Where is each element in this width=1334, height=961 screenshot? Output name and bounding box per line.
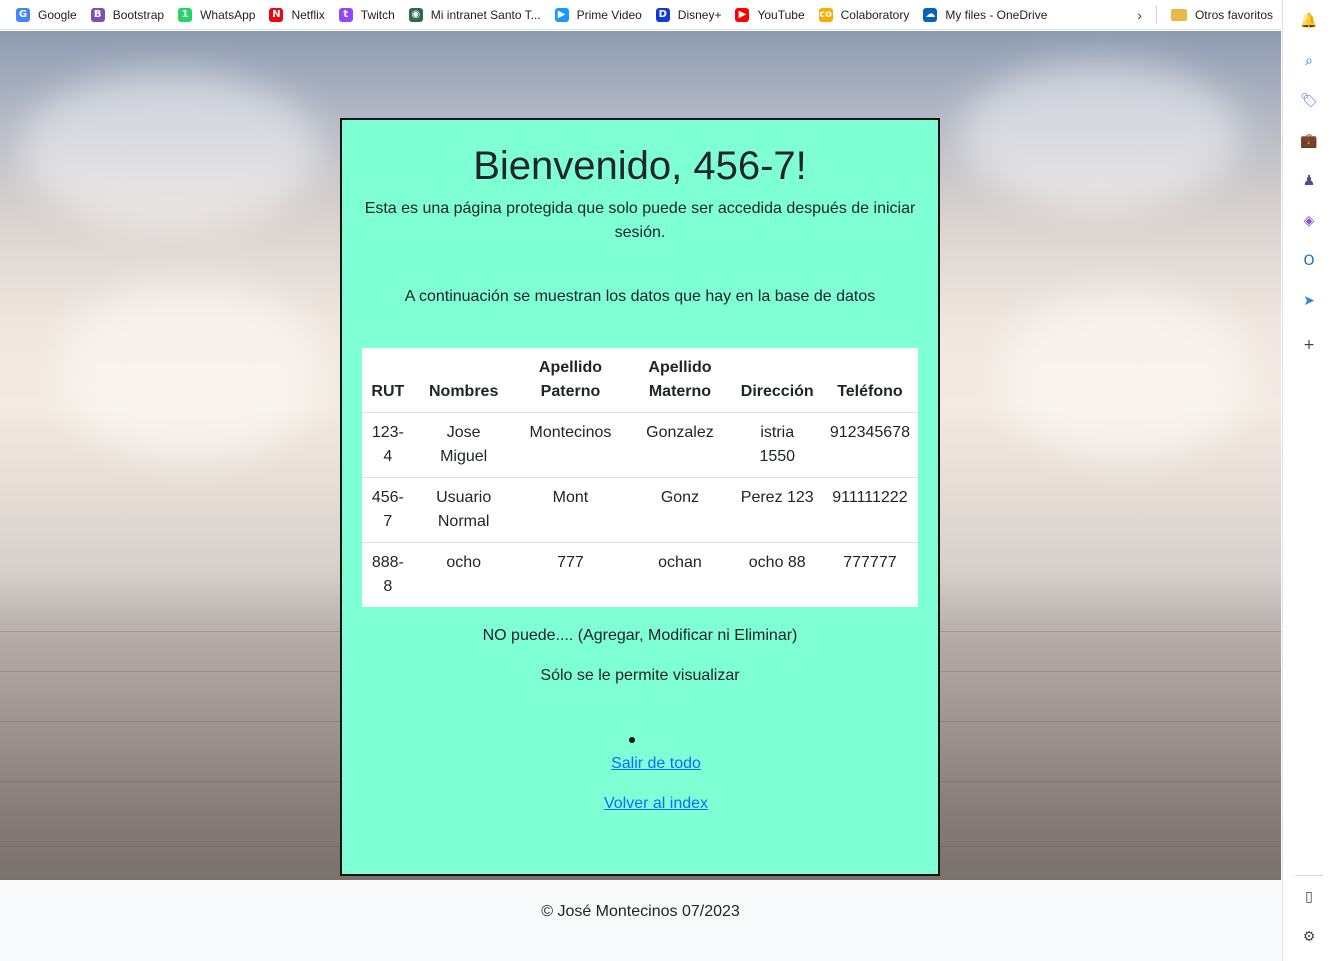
google-icon: G — [16, 7, 30, 22]
sidebar-divider — [1295, 875, 1323, 876]
youtube-icon: ▶ — [735, 7, 750, 22]
users-table: RUT Nombres Apellido Paterno Apellido Mater… — [362, 348, 918, 607]
copilot-icon[interactable]: ◈ — [1300, 212, 1318, 230]
netflix-icon: N — [269, 7, 284, 22]
bookmarks-bar: G Google B Bootstrap 1 WhatsApp N Netflix t Twitc… — [0, 0, 1281, 30]
table-cell: 911111222 — [821, 477, 918, 543]
table-cell: 777 — [557, 554, 584, 571]
bookmark-label: Bootstrap — [112, 7, 165, 22]
whatsapp-icon: 1 — [178, 7, 193, 22]
intro-text: Esta es una página protegida que solo pu… — [364, 200, 916, 241]
bookmark-whatsapp[interactable]: 1 WhatsApp — [172, 3, 261, 27]
bookmark-twitch[interactable]: t Twitch — [333, 3, 401, 27]
bookmark-label: Mi intranet Santo T... — [430, 7, 541, 22]
table-cell: ochan — [658, 554, 702, 571]
outlook-icon[interactable]: O — [1300, 252, 1318, 270]
prime-video-icon: ▶ — [554, 7, 569, 22]
column-header: Apellido Paterno — [513, 348, 628, 413]
bookmark-label: WhatsApp — [200, 7, 256, 22]
split-view-icon[interactable]: ▯ — [1300, 888, 1318, 906]
table-cell: istria 1550 — [732, 412, 822, 478]
bookmark-label: Prime Video — [576, 7, 642, 22]
table-cell: 777777 — [843, 554, 897, 571]
logout-link[interactable]: Salir de todo — [342, 752, 938, 776]
table-body: 123-4 Jose Miguel Montecinos Gonzalez istria… — [362, 412, 918, 608]
bookmark-label: Google — [38, 7, 77, 22]
bookmark-disney[interactable]: D Disney+ — [650, 3, 728, 27]
bookmark-label: Disney+ — [677, 7, 722, 22]
table-row: 456-7 Usuario Normal Mont Gonz Perez 123 9111… — [362, 477, 918, 543]
bookmark-label: YouTube — [757, 7, 805, 22]
bookmark-label: My files - OneDrive — [945, 7, 1048, 22]
table-cell: Jose Miguel — [413, 412, 514, 478]
table-cell: Usuario Normal — [413, 477, 514, 543]
bookmarks-separator — [1155, 5, 1157, 24]
intranet-icon: ◉ — [408, 7, 423, 22]
table-cell: Gonz — [627, 477, 733, 543]
chess-icon[interactable]: ♟ — [1300, 172, 1318, 190]
table-cell: 888-8 — [371, 554, 404, 595]
column-header: Apellido Materno — [627, 348, 733, 413]
table-cell: 456-7 — [362, 477, 414, 543]
bookmark-mi-intranet-santo-t[interactable]: ◉ Mi intranet Santo T... — [403, 3, 547, 27]
bookmark-netflix[interactable]: N Netflix — [263, 3, 330, 27]
twitch-icon: t — [338, 7, 353, 22]
bookmark-youtube[interactable]: ▶ YouTube — [729, 3, 810, 27]
column-header: Dirección — [732, 348, 822, 413]
table-header-row: RUT Nombres Apellido Paterno Apellido Mater… — [362, 348, 918, 413]
folder-icon — [1170, 8, 1187, 21]
tag-icon[interactable]: 🏷 — [1300, 92, 1318, 110]
bookmark-label: Netflix — [291, 7, 325, 22]
restriction-note: NO puede.... (Agregar, Modificar ni Elim… — [482, 627, 798, 644]
cloud — [1000, 291, 1250, 461]
table-cell: Perez 123 — [732, 477, 822, 543]
table-cell: 912345678 — [821, 412, 918, 478]
table-cell: ocho 88 — [748, 554, 806, 571]
bookmarks-list: G Google B Bootstrap 1 WhatsApp N Netflix t Twitc… — [10, 3, 1055, 27]
bookmark-google[interactable]: G Google — [10, 3, 83, 27]
lead-text: A continuación se muestran los datos que… — [404, 288, 876, 305]
search-icon[interactable]: ⌕ — [1300, 52, 1318, 70]
settings-icon[interactable]: ⚙ — [1300, 928, 1318, 946]
browser-sidebar: 🔔 ⌕ 🏷 💼 ♟ ◈ O ➤ + ▯ ⚙ — [1282, 0, 1334, 961]
add-icon[interactable]: + — [1300, 336, 1318, 354]
table-row: 888-8 ocho 777 ochan ocho 88 777777 — [362, 543, 918, 608]
view-only-note: Sólo se le permite visualizar — [540, 667, 740, 684]
footer: © José Montecinos 07/2023 — [0, 880, 1281, 961]
page-title: Bienvenido, 456-7! — [473, 144, 807, 188]
bookmark-colaboratory[interactable]: co Colaboratory — [813, 3, 916, 27]
bookmark-my-files-onedrive[interactable]: ☁ My files - OneDrive — [917, 3, 1053, 27]
footer-copyright: © José Montecinos 07/2023 — [541, 903, 740, 920]
table-cell: Mont — [513, 477, 628, 543]
bookmark-label: Twitch — [360, 7, 395, 22]
bookmark-label: Colaboratory — [840, 7, 910, 22]
other-favorites-label: Otros favoritos — [1194, 7, 1273, 22]
colab-icon: co — [818, 7, 833, 22]
send-icon[interactable]: ➤ — [1300, 292, 1318, 310]
chevron-right-icon[interactable]: › — [1137, 7, 1142, 23]
column-header: Teléfono — [821, 348, 918, 413]
table-cell: Montecinos — [513, 412, 628, 478]
briefcase-icon[interactable]: 💼 — [1300, 132, 1318, 150]
page-background: Bienvenido, 456-7! Esta es una página pr… — [0, 31, 1281, 880]
cloud — [20, 71, 320, 231]
table-cell: ocho — [446, 554, 482, 571]
column-header: RUT — [362, 348, 414, 413]
bell-icon[interactable]: 🔔 — [1300, 12, 1318, 30]
bootstrap-icon: B — [90, 7, 105, 22]
table-cell: 123-4 — [362, 412, 414, 478]
cloud — [60, 281, 320, 461]
table-cell: Gonzalez — [627, 412, 733, 478]
other-favorites-folder[interactable]: Otros favoritos — [1165, 3, 1279, 27]
list-bullet — [629, 737, 635, 743]
disney-icon: D — [655, 7, 670, 22]
table-row: 123-4 Jose Miguel Montecinos Gonzalez istria… — [362, 412, 918, 478]
back-to-index-link[interactable]: Volver al index — [342, 792, 938, 816]
onedrive-icon: ☁ — [923, 7, 938, 22]
column-header: Nombres — [413, 348, 514, 413]
bookmark-bootstrap[interactable]: B Bootstrap — [85, 3, 170, 27]
welcome-card: Bienvenido, 456-7! Esta es una página pr… — [340, 118, 940, 876]
cloud — [960, 61, 1240, 211]
bookmark-prime-video[interactable]: ▶ Prime Video — [549, 3, 648, 27]
